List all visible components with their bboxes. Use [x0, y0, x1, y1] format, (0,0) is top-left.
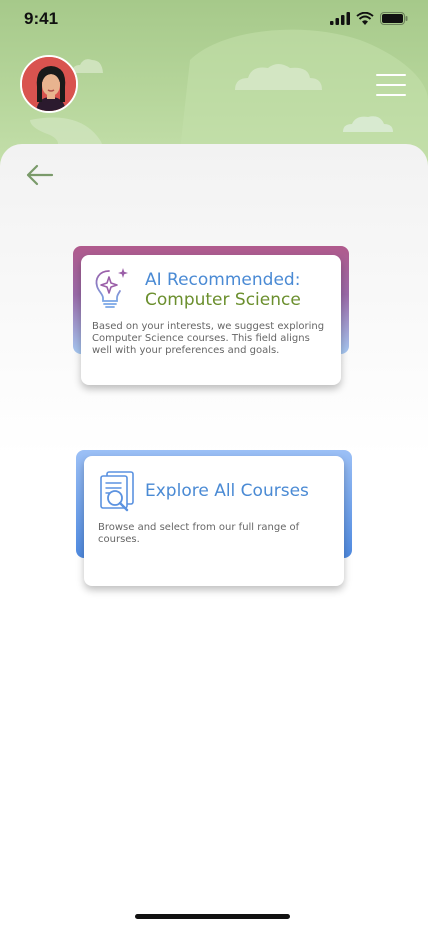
- document-search-icon: [100, 471, 134, 512]
- back-button[interactable]: [24, 160, 56, 190]
- cloud-decoration: [235, 64, 322, 90]
- hamburger-menu-icon[interactable]: [376, 74, 406, 96]
- menu-line: [376, 74, 406, 76]
- explore-card-description-line1: Browse and select from our full range of: [98, 522, 300, 533]
- status-time: 9:41: [24, 9, 59, 28]
- home-indicator[interactable]: [135, 914, 290, 919]
- lightbulb-sparkle-icon: [95, 268, 128, 308]
- explore-courses-card[interactable]: Explore All Courses Browse and select fr…: [84, 456, 344, 586]
- ai-card-description-line3: well with your preferences and goals.: [92, 345, 280, 356]
- status-icons: [330, 12, 408, 25]
- ai-card-description-line2: Computer Science courses. This field ali…: [92, 333, 310, 344]
- status-bar: 9:41: [0, 0, 428, 44]
- screen: 9:41 AI Recommended: Computer Science Ba…: [0, 0, 428, 926]
- battery-icon: [380, 12, 408, 25]
- avatar[interactable]: [20, 55, 78, 113]
- arrow-left-icon: [26, 164, 54, 186]
- explore-card-title: Explore All Courses: [145, 481, 309, 501]
- cloud-decoration: [343, 116, 393, 132]
- ai-recommended-card[interactable]: AI Recommended: Computer Science Based o…: [81, 255, 341, 385]
- menu-line: [376, 94, 406, 96]
- menu-line: [376, 84, 406, 86]
- wifi-icon: [356, 12, 374, 25]
- explore-card-description-line2: courses.: [98, 534, 140, 545]
- signal-icon: [330, 12, 350, 25]
- ai-card-title-line2: Computer Science: [145, 290, 301, 310]
- ai-card-description-line1: Based on your interests, we suggest expl…: [92, 321, 325, 332]
- ai-card-title-line1: AI Recommended:: [145, 270, 301, 290]
